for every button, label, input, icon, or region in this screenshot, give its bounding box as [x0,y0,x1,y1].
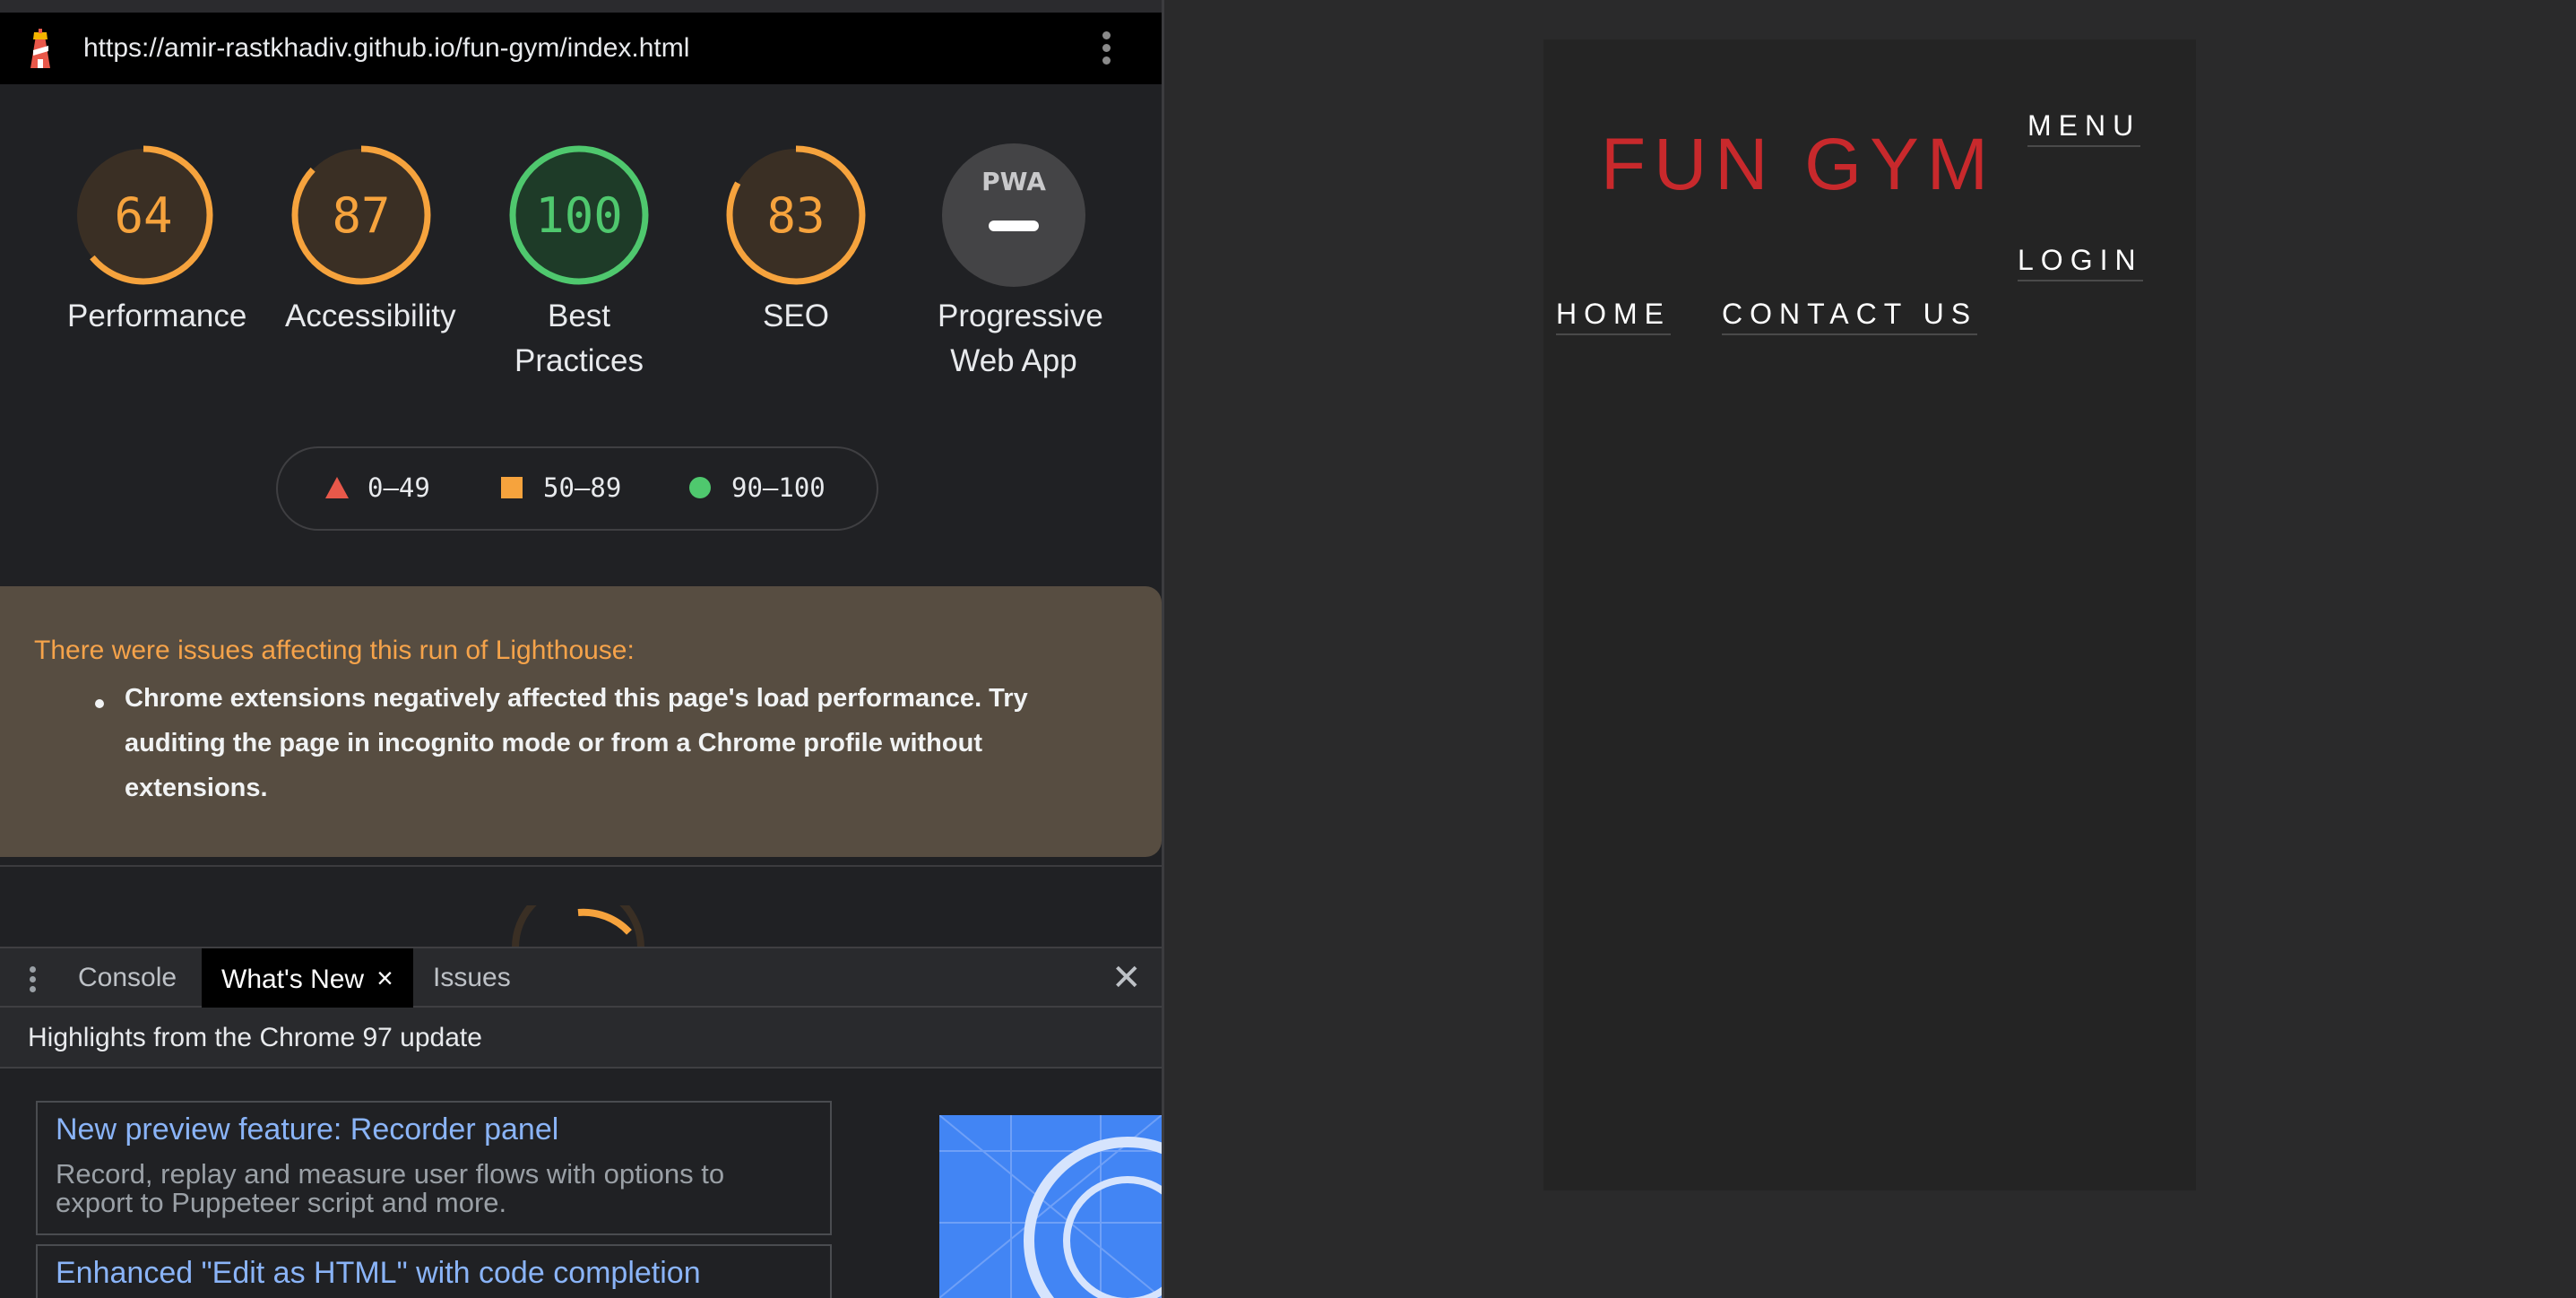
bullet-icon [95,699,104,708]
gauge-label: Accessibility [285,294,456,339]
legend-fail-range: 0–49 [367,472,430,503]
website-preview [1543,39,2196,1190]
legend-average: 50–89 [500,472,621,504]
tab-console[interactable]: Console [78,948,177,1008]
score-gauge-ring: 87 [291,145,431,285]
url-bar: https://amir-rastkhadiv.github.io/fun-gy… [0,13,1162,84]
gauge-label: Best Practices [503,294,655,384]
pwa-label-line-2: Web App [950,343,1077,378]
score-legend: 0–49 50–89 90–100 [276,446,878,531]
contact-us-link[interactable]: CONTACT US [1722,296,1978,335]
triangle-icon [325,477,349,498]
gauge-pwa[interactable]: PWA Progressive Web App [938,143,1103,384]
legend-pass: 90–100 [688,472,826,504]
score-value: 64 [114,187,172,244]
recorder-thumbnail-image [939,1115,1162,1298]
score-value: 83 [766,187,825,244]
svg-text:PWA: PWA [981,167,1046,196]
pwa-label: Progressive Web App [938,294,1103,384]
page-url[interactable]: https://amir-rastkhadiv.github.io/fun-gy… [83,32,689,65]
gauge-label-line: Best [547,299,611,333]
gauge-label: SEO [720,294,872,339]
lighthouse-icon [30,29,50,68]
gauge-label-line: Accessibility [285,299,456,333]
gauge-label: Performance [67,294,247,339]
gauge-1[interactable]: 87 Accessibility [285,143,456,339]
menu-link[interactable]: MENU [2027,108,2141,147]
feature-card[interactable]: New preview feature: Recorder panel Reco… [36,1101,832,1235]
feature-title[interactable]: Enhanced "Edit as HTML" with code comple… [56,1255,701,1291]
pwa-label-line-1: Progressive [938,299,1103,333]
site-logo[interactable]: FUN GYM [1601,122,1996,208]
legend-average-range: 50–89 [543,472,622,503]
gauge-0[interactable]: 64 Performance [67,143,247,339]
score-value: 100 [535,187,623,244]
gauge-label-line: Performance [67,299,247,333]
warning-item: Chrome extensions negatively affected th… [125,684,1028,802]
close-tab-icon[interactable]: × [376,962,393,994]
top-strip [0,0,1162,13]
highlights-text: Highlights from the Chrome 97 update [28,1023,482,1052]
square-icon [501,477,523,498]
more-options-icon[interactable] [1095,27,1117,70]
score-gauge-ring: 64 [73,145,213,285]
score-gauge-ring: 83 [726,145,866,285]
tab-issues[interactable]: Issues [433,948,511,1008]
gauge-partial [512,905,644,948]
lighthouse-devtools-panel: https://amir-rastkhadiv.github.io/fun-gy… [0,0,1164,1298]
score-gauge-ring: 100 [509,145,649,285]
tab-whats-new[interactable]: What's New × [202,948,413,1008]
tab-whats-new-label: What's New [221,965,365,994]
runtime-warning: There were issues affecting this run of … [0,586,1162,857]
feature-description: Record, replay and measure user flows wi… [56,1158,725,1218]
gauge-label-line: Practices [514,343,644,378]
score-value: 87 [332,187,390,244]
close-drawer-icon[interactable]: ✕ [1111,957,1142,999]
highlights-header: Highlights from the Chrome 97 update [0,1008,1162,1069]
warning-title: There were issues affecting this run of … [34,636,635,665]
legend-fail: 0–49 [324,472,430,504]
feature-title[interactable]: New preview feature: Recorder panel [56,1112,558,1147]
pwa-icon: PWA [942,143,1085,287]
drawer-menu-icon[interactable] [22,963,43,999]
gauge-label-line: SEO [763,299,829,333]
gauge-2[interactable]: 100 Best Practices [503,143,655,384]
drawer-tab-bar: Console What's New × Issues ✕ [0,947,1162,1008]
feature-card[interactable]: Enhanced "Edit as HTML" with code comple… [36,1244,832,1298]
section-divider [0,865,1162,867]
legend-pass-range: 90–100 [731,472,826,503]
circle-icon [689,477,711,498]
login-link[interactable]: LOGIN [2018,242,2143,281]
gauge-3[interactable]: 83 SEO [720,143,872,339]
home-link[interactable]: HOME [1556,296,1671,335]
